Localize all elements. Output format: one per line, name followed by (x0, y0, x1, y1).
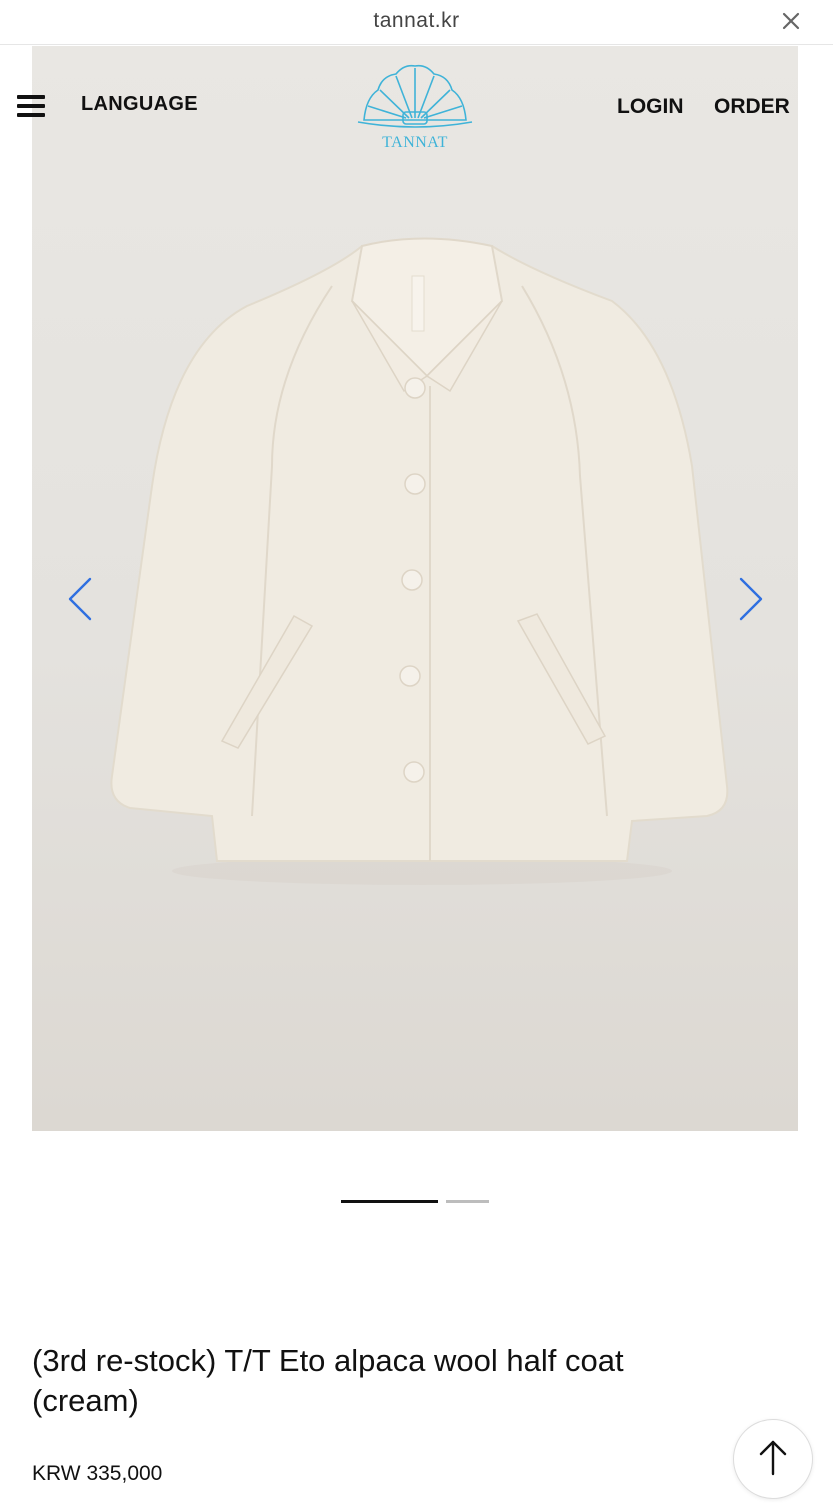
shell-logo-icon[interactable]: TANNAT (356, 60, 474, 154)
logo-text: TANNAT (382, 134, 448, 151)
language-link[interactable]: LANGUAGE (81, 93, 198, 116)
browser-url-bar: tannat.kr (0, 0, 833, 45)
coat-illustration (110, 237, 729, 885)
scroll-to-top-button[interactable] (733, 1419, 813, 1499)
login-link[interactable]: LOGIN (617, 95, 684, 119)
close-icon[interactable] (779, 9, 803, 33)
chevron-left-icon[interactable] (64, 575, 98, 623)
arrow-up-icon (759, 1440, 787, 1476)
product-title: (3rd re-stock) T/T Eto alpaca wool half … (32, 1343, 624, 1418)
product-price: KRW 335,000 (32, 1462, 163, 1485)
gallery-indicator-active[interactable] (341, 1200, 438, 1203)
gallery-indicator[interactable] (446, 1200, 489, 1203)
product-image[interactable] (32, 46, 798, 1131)
chevron-right-icon[interactable] (733, 575, 767, 623)
url-text[interactable]: tannat.kr (0, 9, 833, 33)
shell-logo-graphic (357, 64, 473, 128)
hamburger-menu-icon[interactable] (17, 95, 45, 117)
order-link[interactable]: ORDER (714, 95, 790, 119)
